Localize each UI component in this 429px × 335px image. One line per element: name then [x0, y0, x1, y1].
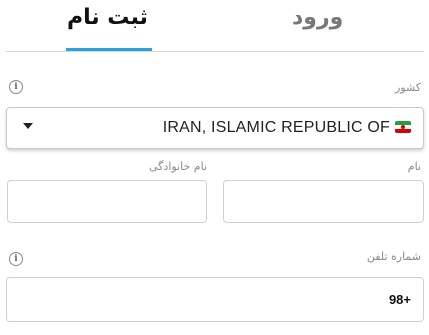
country-selected-value: IRAN, ISLAMIC REPUBLIC OF	[162, 119, 390, 136]
chevron-down-icon	[23, 123, 33, 129]
tabs-divider	[6, 51, 424, 52]
first-name-field[interactable]	[223, 180, 424, 223]
info-icon[interactable]: i	[9, 252, 23, 266]
phone-country-code: 98+	[388, 292, 411, 307]
iran-flag-icon	[395, 121, 411, 133]
tab-signup[interactable]: ثبت نام	[67, 3, 148, 33]
tab-login[interactable]: ورود	[292, 3, 343, 33]
country-label: کشور	[394, 81, 421, 94]
last-name-label: نام خانوادگی	[149, 160, 207, 173]
info-icon[interactable]: i	[9, 80, 23, 94]
country-select[interactable]: IRAN, ISLAMIC REPUBLIC OF	[6, 107, 424, 149]
phone-label: شماره تلفن	[366, 250, 421, 263]
first-name-label: نام	[407, 160, 421, 173]
phone-field[interactable]: 98+	[6, 277, 424, 322]
last-name-field[interactable]	[7, 180, 207, 223]
